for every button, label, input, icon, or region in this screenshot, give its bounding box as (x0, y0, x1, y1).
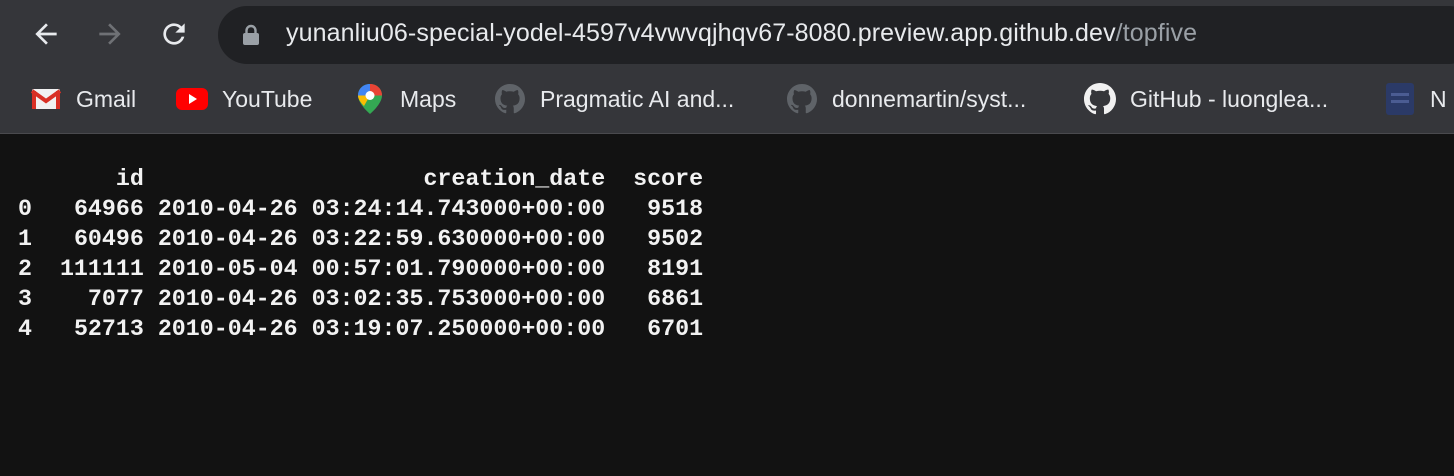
lock-icon (242, 24, 260, 51)
header-id: id (115, 166, 144, 192)
row-creation-date: 2010-04-26 03:19:07.250000+00:00 (157, 316, 606, 342)
forward-button[interactable] (90, 14, 130, 54)
bookmark-pragmatic-ai[interactable]: Pragmatic AI and... (494, 80, 734, 118)
youtube-icon (176, 83, 208, 115)
row-creation-date: 2010-04-26 03:24:14.743000+00:00 (157, 196, 606, 222)
row-index: 3 (18, 286, 32, 312)
bookmark-label: YouTube (222, 85, 313, 112)
reload-icon (163, 23, 185, 45)
github-icon (1084, 83, 1116, 115)
bookmark-label: Maps (400, 85, 457, 112)
bookmark-donnemartin[interactable]: donnemartin/syst... (786, 80, 1026, 118)
bookmark-maps[interactable]: Maps (354, 80, 456, 118)
url-path: /topfive (1115, 19, 1198, 47)
bookmark-github-luonglea[interactable]: GitHub - luonglea... (1084, 80, 1328, 118)
row-id: 64966 (73, 196, 144, 222)
row-score: 8191 (647, 256, 704, 282)
row-score: 6861 (647, 286, 704, 312)
bookmark-label: Pragmatic AI and... (540, 85, 735, 112)
arrow-left-icon (35, 23, 57, 45)
header-creation-date: creation_date (423, 166, 606, 192)
github-icon (786, 83, 818, 115)
url-text: yunanliu06-special-yodel-4597v4vwvqjhqv6… (286, 19, 1197, 48)
bookmark-gmail[interactable]: Gmail (30, 80, 136, 118)
table-header: id creation_date score (18, 164, 703, 194)
dataframe-output: id creation_date score 0 64966 2010-04-26… (18, 164, 703, 344)
row-score: 9502 (647, 226, 704, 252)
table-row: 1 60496 2010-04-26 03:22:59.630000+00:00… (18, 224, 703, 254)
row-index: 4 (18, 316, 32, 342)
row-id: 7077 (87, 286, 144, 312)
bookmark-youtube[interactable]: YouTube (176, 80, 312, 118)
url-host: yunanliu06-special-yodel-4597v4vwvqjhqv6… (286, 19, 1116, 47)
row-id: 111111 (59, 256, 144, 282)
row-index: 0 (18, 196, 32, 222)
bookmark-label: Gmail (76, 85, 137, 112)
row-creation-date: 2010-04-26 03:02:35.753000+00:00 (157, 286, 606, 312)
table-row: 4 52713 2010-04-26 03:19:07.250000+00:00… (18, 314, 703, 344)
row-index: 2 (18, 256, 32, 282)
reload-button[interactable] (154, 14, 194, 54)
header-score: score (633, 166, 704, 192)
row-creation-date: 2010-04-26 03:22:59.630000+00:00 (157, 226, 606, 252)
bookmark-partial[interactable]: N (1384, 80, 1447, 118)
row-index: 1 (18, 226, 32, 252)
bookmark-label: N (1430, 85, 1447, 112)
arrow-right-icon (99, 23, 121, 45)
row-creation-date: 2010-05-04 00:57:01.790000+00:00 (157, 256, 606, 282)
row-score: 9518 (647, 196, 704, 222)
table-row: 0 64966 2010-04-26 03:24:14.743000+00:00… (18, 194, 703, 224)
row-id: 52713 (73, 316, 144, 342)
page-content: id creation_date score 0 64966 2010-04-26… (0, 134, 1454, 476)
maps-icon (354, 83, 386, 115)
bookmark-label: donnemartin/syst... (832, 85, 1027, 112)
table-row: 3 7077 2010-04-26 03:02:35.753000+00:00 … (18, 284, 703, 314)
address-bar[interactable]: yunanliu06-special-yodel-4597v4vwvqjhqv6… (218, 6, 1454, 64)
bookmark-label: GitHub - luonglea... (1130, 85, 1329, 112)
row-score: 6701 (647, 316, 704, 342)
table-row: 2 111111 2010-05-04 00:57:01.790000+00:0… (18, 254, 703, 284)
bookmarks-bar: Gmail YouTube Maps Pragmatic AI and... d… (0, 70, 1454, 128)
back-button[interactable] (26, 14, 66, 54)
gmail-icon (30, 83, 62, 115)
bookmark-icon (1384, 83, 1416, 115)
github-icon (494, 83, 526, 115)
browser-chrome: yunanliu06-special-yodel-4597v4vwvqjhqv6… (0, 0, 1454, 134)
row-id: 60496 (73, 226, 144, 252)
